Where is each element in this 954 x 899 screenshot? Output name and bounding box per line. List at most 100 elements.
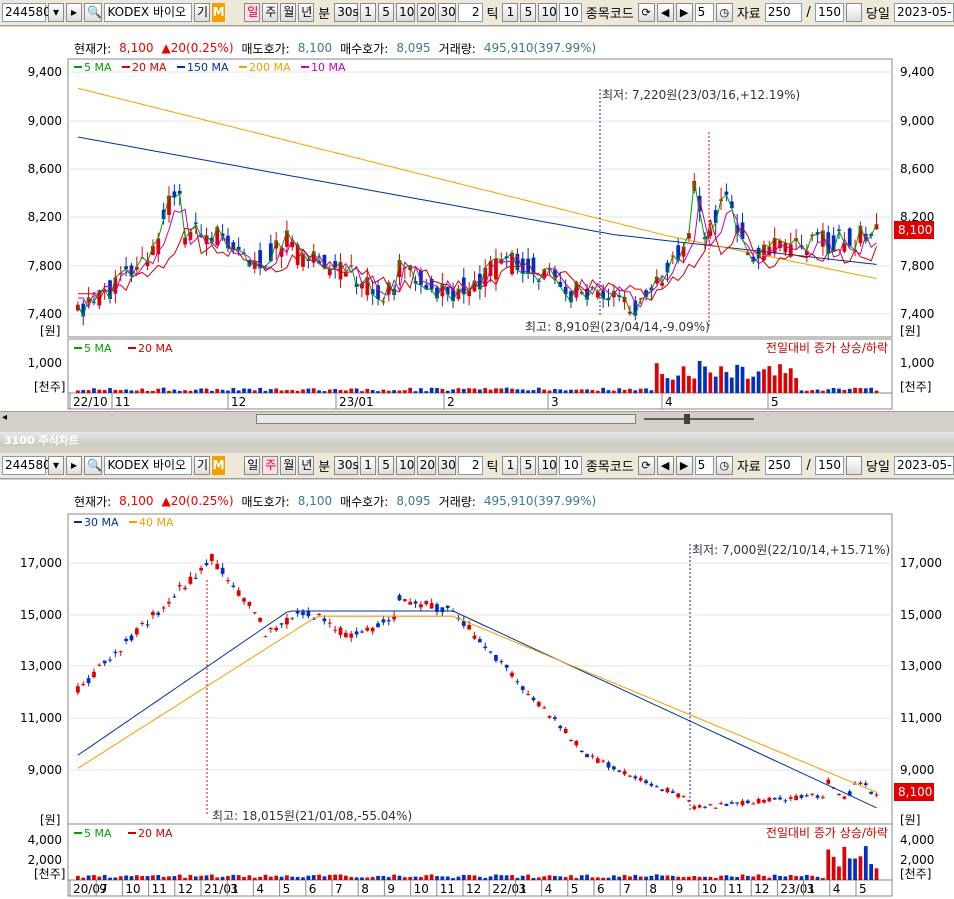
- price-chart-2[interactable]: 17,000 17,000 15,000 15,000 13,000 13,000 11,0…: [0, 480, 954, 899]
- period-1[interactable]: 1: [360, 3, 377, 22]
- volume-bar: [102, 874, 107, 880]
- candle-body: [558, 725, 563, 729]
- gi-button[interactable]: 기: [193, 3, 210, 22]
- volume-bar: [810, 390, 815, 393]
- period-30s[interactable]: 30s: [334, 3, 359, 22]
- period-5-2[interactable]: 5: [378, 456, 395, 475]
- period-20-2[interactable]: 20: [416, 456, 436, 475]
- legend-label: 5 MA: [84, 61, 112, 74]
- tick-5[interactable]: 5: [520, 3, 537, 22]
- scroll-left-icon[interactable]: ◂: [2, 412, 7, 423]
- data-count-select-2[interactable]: 250: [764, 456, 803, 475]
- tick-10-2[interactable]: 10: [538, 456, 558, 475]
- refresh-icon[interactable]: ⟳: [637, 3, 655, 22]
- volume-bar: [692, 378, 697, 393]
- scroll-thumb[interactable]: [256, 414, 636, 424]
- period-10-2[interactable]: 10: [396, 456, 415, 475]
- period-month[interactable]: 월: [280, 3, 297, 22]
- tick-count-input-2[interactable]: 2: [458, 456, 483, 475]
- dropdown-arrow-icon-2[interactable]: ▾: [48, 456, 64, 475]
- stock-code-input[interactable]: 244580: [2, 3, 51, 22]
- next-icon[interactable]: ▶: [675, 3, 693, 22]
- next-arrow-icon[interactable]: ▸: [66, 3, 82, 22]
- tick-5-2[interactable]: 5: [520, 456, 537, 475]
- volume-bar: [729, 876, 734, 880]
- today-checkbox-2[interactable]: [846, 456, 863, 475]
- volume-bar: [821, 390, 825, 393]
- zoom-handle[interactable]: [684, 414, 690, 424]
- clock-icon[interactable]: ◷: [715, 3, 733, 22]
- period-1-2[interactable]: 1: [360, 456, 377, 475]
- total-input-2[interactable]: 150: [814, 456, 845, 475]
- gi-button-2[interactable]: 기: [193, 456, 210, 475]
- tick-1-2[interactable]: 1: [502, 456, 519, 475]
- period-5[interactable]: 5: [378, 3, 395, 22]
- volume-bar: [638, 388, 643, 393]
- candle-body: [520, 686, 525, 690]
- m-button[interactable]: M: [211, 3, 226, 22]
- step-input-2[interactable]: 5: [694, 456, 714, 475]
- period-30s-2[interactable]: 30s: [334, 456, 359, 475]
- volume-bar: [676, 876, 681, 880]
- tick-10[interactable]: 10: [538, 3, 558, 22]
- volume-bar: [713, 376, 718, 393]
- volume-bar: [167, 876, 171, 880]
- stock-name-field-2: KODEX 바이오: [104, 456, 192, 475]
- period-10[interactable]: 10: [396, 3, 415, 22]
- candle-body: [81, 684, 86, 686]
- volume-bar: [590, 877, 595, 880]
- period-30-2[interactable]: 30: [437, 456, 457, 475]
- volume-bar: [344, 390, 348, 393]
- refresh-icon-2[interactable]: ⟳: [637, 456, 655, 475]
- scrollbar-1[interactable]: ◂: [0, 411, 954, 425]
- volume-bar: [445, 876, 450, 880]
- price-chart-1[interactable]: 9,400 9,4009,000 9,0008,600 8,6008,200 8,200…: [0, 27, 954, 411]
- period-week-2[interactable]: 주: [262, 456, 279, 475]
- period-week[interactable]: 주: [262, 3, 279, 22]
- volume-bar: [236, 875, 241, 880]
- tick-1[interactable]: 1: [502, 3, 519, 22]
- period-year-2[interactable]: 년: [298, 456, 315, 475]
- period-20[interactable]: 20: [416, 3, 436, 22]
- search-icon[interactable]: 🔍: [84, 3, 103, 22]
- volume-bar: [226, 876, 230, 880]
- data-count-select[interactable]: 250: [764, 3, 803, 22]
- prev-icon[interactable]: ◀: [656, 3, 674, 22]
- period-day-2[interactable]: 일: [244, 456, 261, 475]
- candle-body: [708, 804, 713, 806]
- stock-code-input-2[interactable]: 244580: [2, 456, 51, 475]
- tick-input-2[interactable]: 10: [559, 456, 582, 475]
- today-checkbox[interactable]: [846, 3, 863, 22]
- tick-input[interactable]: 10: [559, 3, 582, 22]
- next-arrow-icon-2[interactable]: ▸: [66, 456, 82, 475]
- search-icon-2[interactable]: 🔍: [84, 456, 103, 475]
- volume-bar: [285, 390, 289, 393]
- volume-bar: [831, 856, 836, 880]
- total-input[interactable]: 150: [814, 3, 845, 22]
- period-30[interactable]: 30: [437, 3, 457, 22]
- zoom-slider[interactable]: [644, 418, 754, 420]
- candle-body: [783, 800, 788, 802]
- volume-bar: [783, 373, 788, 393]
- period-month-2[interactable]: 월: [280, 456, 297, 475]
- step-input[interactable]: 5: [694, 3, 714, 22]
- candle-body: [542, 707, 547, 709]
- period-year[interactable]: 년: [298, 3, 315, 22]
- date-input[interactable]: 2023-05-: [893, 3, 954, 22]
- dropdown-arrow-icon[interactable]: ▾: [48, 3, 64, 22]
- candle-body: [869, 791, 874, 794]
- prev-icon-2[interactable]: ◀: [656, 456, 674, 475]
- candle-body: [499, 661, 504, 663]
- date-input-2[interactable]: 2023-05-: [893, 456, 954, 475]
- next-icon-2[interactable]: ▶: [675, 456, 693, 475]
- tick-count-input[interactable]: 2: [458, 3, 483, 22]
- volume-bar: [719, 366, 723, 393]
- window-title: 3100 주식차트: [4, 434, 79, 447]
- candle-body: [660, 789, 664, 791]
- period-day[interactable]: 일: [244, 3, 261, 22]
- candle-body: [740, 801, 745, 806]
- chart-panel-1: 현재가: 8,100 ▲20(0.25%) 매도호가: 8,100 매수호가: 8,0…: [0, 27, 954, 411]
- m-button-2[interactable]: M: [211, 456, 226, 475]
- volume-bar: [97, 876, 102, 880]
- clock-icon-2[interactable]: ◷: [715, 456, 733, 475]
